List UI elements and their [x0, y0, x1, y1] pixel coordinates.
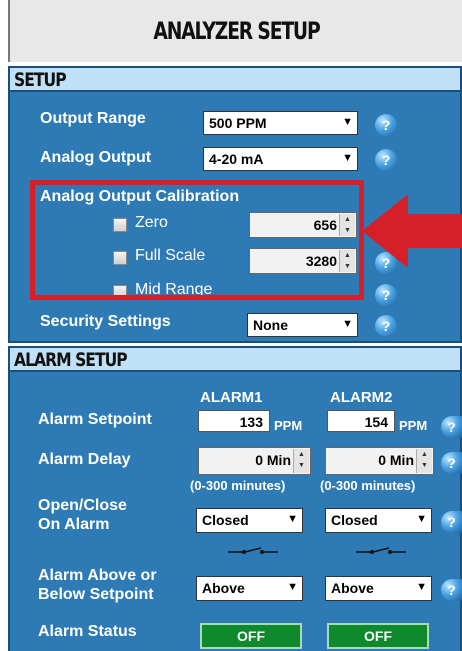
open-close-label-line1: Open/Close — [38, 497, 127, 514]
switch-contact-icon — [356, 547, 406, 554]
help-icon[interactable]: ? — [375, 315, 397, 337]
analog-output-select[interactable]: 4-20 mA ▼ — [203, 147, 358, 171]
alarm1-setpoint-value: 133 — [239, 414, 263, 430]
spinner-arrows-icon[interactable]: ▲ ▼ — [416, 449, 432, 473]
output-range-select[interactable]: 500 PPM ▼ — [203, 111, 358, 135]
alarm-delay-label: Alarm Delay — [38, 451, 131, 468]
analog-output-label: Analog Output — [40, 149, 152, 166]
above-below-label-line1: Alarm Above or — [38, 567, 157, 584]
open-close-label: Open/Close On Alarm — [38, 496, 127, 534]
above-below-label: Alarm Above or Below Setpoint — [38, 566, 157, 604]
help-icon[interactable]: ? — [441, 511, 462, 533]
chevron-down-icon: ▼ — [416, 513, 427, 525]
spinner-arrows-icon[interactable]: ▲ ▼ — [293, 449, 309, 473]
alarm1-status-indicator: OFF — [200, 623, 302, 649]
alarm-setpoint-label: Alarm Setpoint — [38, 411, 152, 428]
alarm1-open-close-select[interactable]: Closed ▼ — [196, 508, 303, 533]
page-title-bar: ANALYZER SETUP — [8, 0, 462, 62]
help-icon[interactable]: ? — [441, 416, 462, 438]
alarm1-setpoint-unit: PPM — [274, 418, 303, 433]
help-icon[interactable]: ? — [441, 579, 462, 601]
help-icon[interactable]: ? — [375, 114, 397, 136]
above-below-label-line2: Below Setpoint — [38, 586, 154, 603]
alarm2-above-below-select[interactable]: Above ▼ — [325, 576, 432, 601]
chevron-down-icon: ▼ — [287, 581, 298, 593]
page-title: ANALYZER SETUP — [152, 17, 320, 45]
alarm2-status-indicator: OFF — [327, 623, 429, 649]
switch-contact-icon — [228, 547, 278, 554]
alarm-status-label: Alarm Status — [38, 623, 137, 640]
open-close-label-line2: On Alarm — [38, 516, 110, 533]
alarm1-above-below-select[interactable]: Above ▼ — [196, 576, 303, 601]
security-settings-select[interactable]: None ▼ — [247, 313, 358, 337]
alarm1-delay-value: 0 Min — [255, 452, 291, 468]
output-range-label: Output Range — [40, 110, 146, 127]
chevron-down-icon: ▼ — [342, 318, 353, 330]
chevron-down-icon: ▼ — [416, 581, 427, 593]
output-range-value: 500 PPM — [209, 115, 267, 131]
alarm2-delay-range: (0-300 minutes) — [320, 478, 416, 493]
red-arrow-icon — [362, 194, 462, 268]
chevron-down-icon: ▼ — [342, 116, 353, 128]
alarm1-above-below-value: Above — [202, 580, 245, 596]
alarm-setup-header: ALARM SETUP — [10, 348, 460, 372]
help-icon[interactable]: ? — [441, 452, 462, 474]
alarm1-setpoint-input[interactable]: 133 — [198, 410, 270, 432]
alarm2-above-below-value: Above — [331, 580, 374, 596]
alarm2-column-header: ALARM2 — [330, 389, 393, 406]
setup-header-label: SETUP — [14, 69, 67, 91]
alarm2-setpoint-value: 154 — [364, 414, 388, 430]
alarm1-column-header: ALARM1 — [200, 389, 263, 406]
chevron-down-icon: ▼ — [287, 513, 298, 525]
calibration-highlight-box — [30, 180, 364, 300]
help-icon[interactable]: ? — [375, 284, 397, 306]
alarm1-delay-range: (0-300 minutes) — [190, 478, 286, 493]
analog-output-value: 4-20 mA — [209, 151, 264, 167]
alarm1-delay-spinner[interactable]: 0 Min ▲ ▼ — [198, 447, 311, 475]
chevron-down-icon: ▼ — [342, 152, 353, 164]
security-settings-label: Security Settings — [40, 313, 171, 330]
help-icon[interactable]: ? — [375, 149, 397, 171]
alarm2-setpoint-input[interactable]: 154 — [327, 410, 395, 432]
setup-header: SETUP — [10, 68, 460, 92]
alarm-setup-header-label: ALARM SETUP — [14, 349, 128, 371]
alarm2-open-close-value: Closed — [331, 512, 378, 528]
alarm2-setpoint-unit: PPM — [399, 418, 428, 433]
alarm2-delay-spinner[interactable]: 0 Min ▲ ▼ — [325, 447, 434, 475]
security-settings-value: None — [253, 317, 288, 333]
alarm2-delay-value: 0 Min — [378, 452, 414, 468]
alarm1-open-close-value: Closed — [202, 512, 249, 528]
alarm2-open-close-select[interactable]: Closed ▼ — [325, 508, 432, 533]
